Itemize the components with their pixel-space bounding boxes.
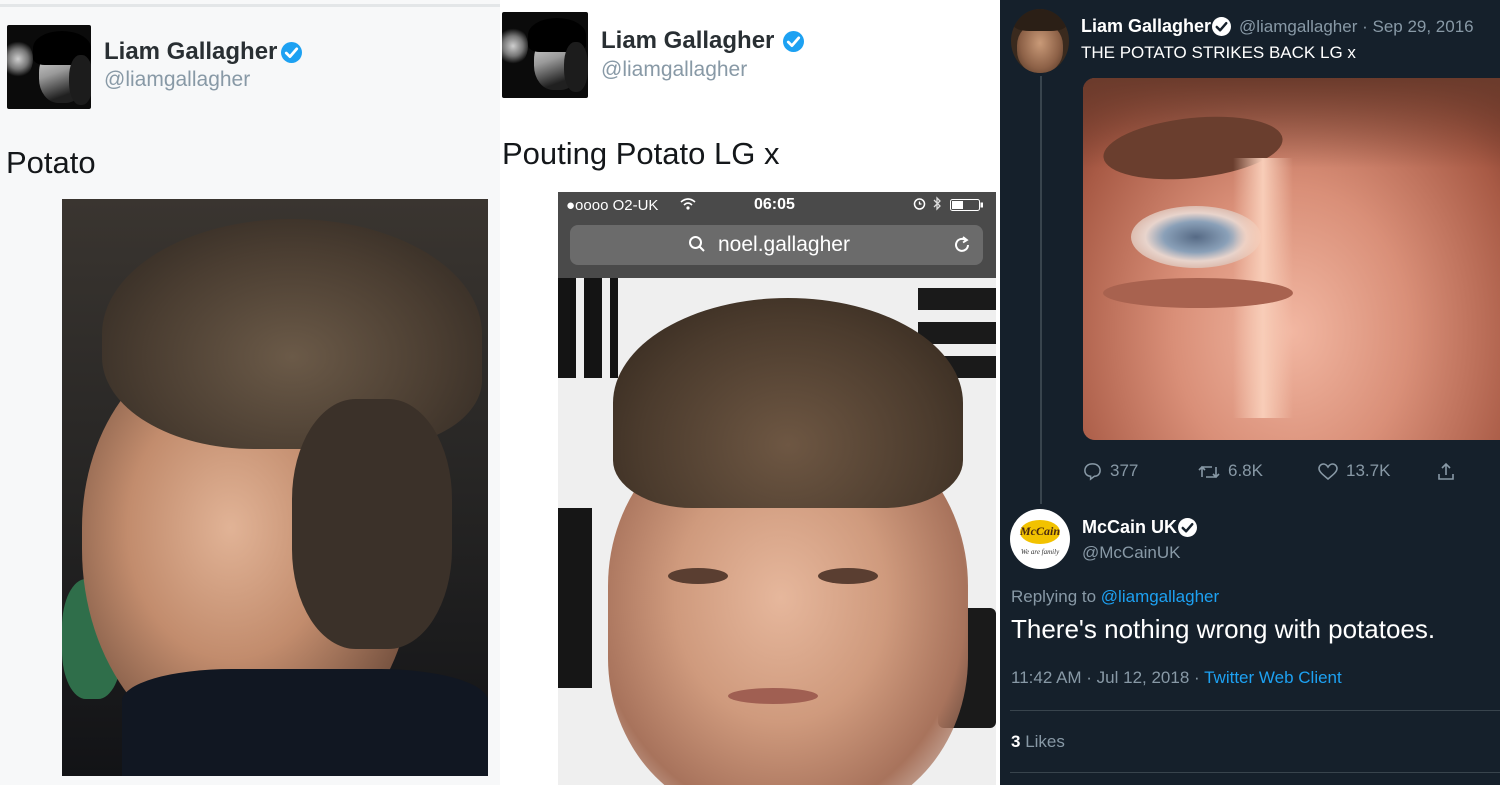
like-count: 13.7K [1346, 461, 1391, 480]
retweet-count: 6.8K [1228, 461, 1263, 480]
avatar[interactable] [1011, 9, 1069, 73]
search-icon [688, 235, 706, 258]
reply-text: There's nothing wrong with potatoes. [1011, 614, 1436, 644]
tweet-text: Potato [6, 145, 96, 180]
divider [1010, 772, 1500, 773]
replying-to-link[interactable]: @liamgallagher [1101, 587, 1219, 606]
alarm-icon [913, 197, 926, 215]
replying-prefix: Replying to [1011, 587, 1097, 606]
carrier-label: ●oooo O2-UK [566, 197, 659, 214]
tweet-card-potato: Liam Gallagher @liamgallagher Potato [0, 0, 500, 785]
user-handle[interactable]: @liamgallagher [601, 58, 747, 82]
url-text[interactable]: noel.gallagher [718, 233, 850, 257]
share-icon [1438, 462, 1454, 480]
retweet-icon [1198, 465, 1220, 478]
logo-text: McCain [1019, 524, 1060, 538]
logo-tagline: We are family [1020, 548, 1060, 556]
display-name[interactable]: McCain UK [1082, 517, 1177, 538]
tweet-photo[interactable] [1083, 78, 1500, 440]
user-handle[interactable]: @liamgallagher [104, 68, 250, 92]
heart-icon [1318, 462, 1338, 480]
bluetooth-icon [932, 196, 942, 216]
mccain-logo-avatar[interactable]: McCain We are family [1010, 509, 1070, 569]
verified-badge-icon [1212, 17, 1231, 36]
likes-count: 3 [1011, 732, 1021, 751]
timestamp-text[interactable]: 11:42 AM · Jul 12, 2018 · [1011, 668, 1200, 687]
display-name[interactable]: Liam Gallagher [104, 38, 277, 66]
display-name[interactable]: Liam Gallagher [1081, 16, 1211, 37]
avatar[interactable] [7, 25, 91, 109]
verified-badge-icon [281, 42, 302, 63]
wifi-icon [680, 197, 696, 216]
tweet-timestamp: 11:42 AM · Jul 12, 2018 · Twitter Web Cl… [1011, 668, 1342, 688]
tweet-photo[interactable] [62, 199, 488, 776]
address-bar[interactable]: noel.gallagher [570, 225, 983, 265]
replying-to-label: Replying to @liamgallagher [1011, 587, 1219, 607]
status-time: 06:05 [754, 196, 795, 213]
tweet-meta[interactable]: @liamgallagher · Sep 29, 2016 [1239, 17, 1474, 37]
tweet-text: THE POTATO STRIKES BACK LG x [1081, 43, 1356, 62]
divider [0, 4, 500, 7]
client-link[interactable]: Twitter Web Client [1204, 668, 1342, 687]
share-button[interactable] [1436, 461, 1464, 482]
verified-badge-icon [783, 31, 804, 52]
like-button[interactable]: 13.7K [1318, 461, 1390, 481]
reply-icon [1084, 463, 1101, 481]
display-name[interactable]: Liam Gallagher [601, 27, 774, 55]
likes-summary[interactable]: 3 Likes [1011, 732, 1065, 752]
reload-icon[interactable] [952, 235, 972, 260]
battery-icon [950, 198, 984, 216]
reply-button[interactable]: 377 [1083, 461, 1138, 481]
likes-label: Likes [1025, 732, 1065, 751]
reply-count: 377 [1110, 461, 1139, 480]
tweet-text: Pouting Potato LG x [502, 136, 780, 171]
user-handle[interactable]: @McCainUK [1082, 543, 1181, 563]
retweet-button[interactable]: 6.8K [1198, 461, 1263, 481]
phone-screenshot-header: ●oooo O2-UK 06:05 noel.gallagher [558, 192, 996, 278]
phone-photo[interactable] [558, 278, 996, 785]
verified-badge-icon [1178, 518, 1197, 537]
thread-connector [1040, 76, 1042, 504]
divider [1010, 710, 1500, 711]
avatar[interactable] [502, 12, 588, 98]
tweet-card-pouting-potato: Liam Gallagher @liamgallagher Pouting Po… [500, 0, 1000, 785]
